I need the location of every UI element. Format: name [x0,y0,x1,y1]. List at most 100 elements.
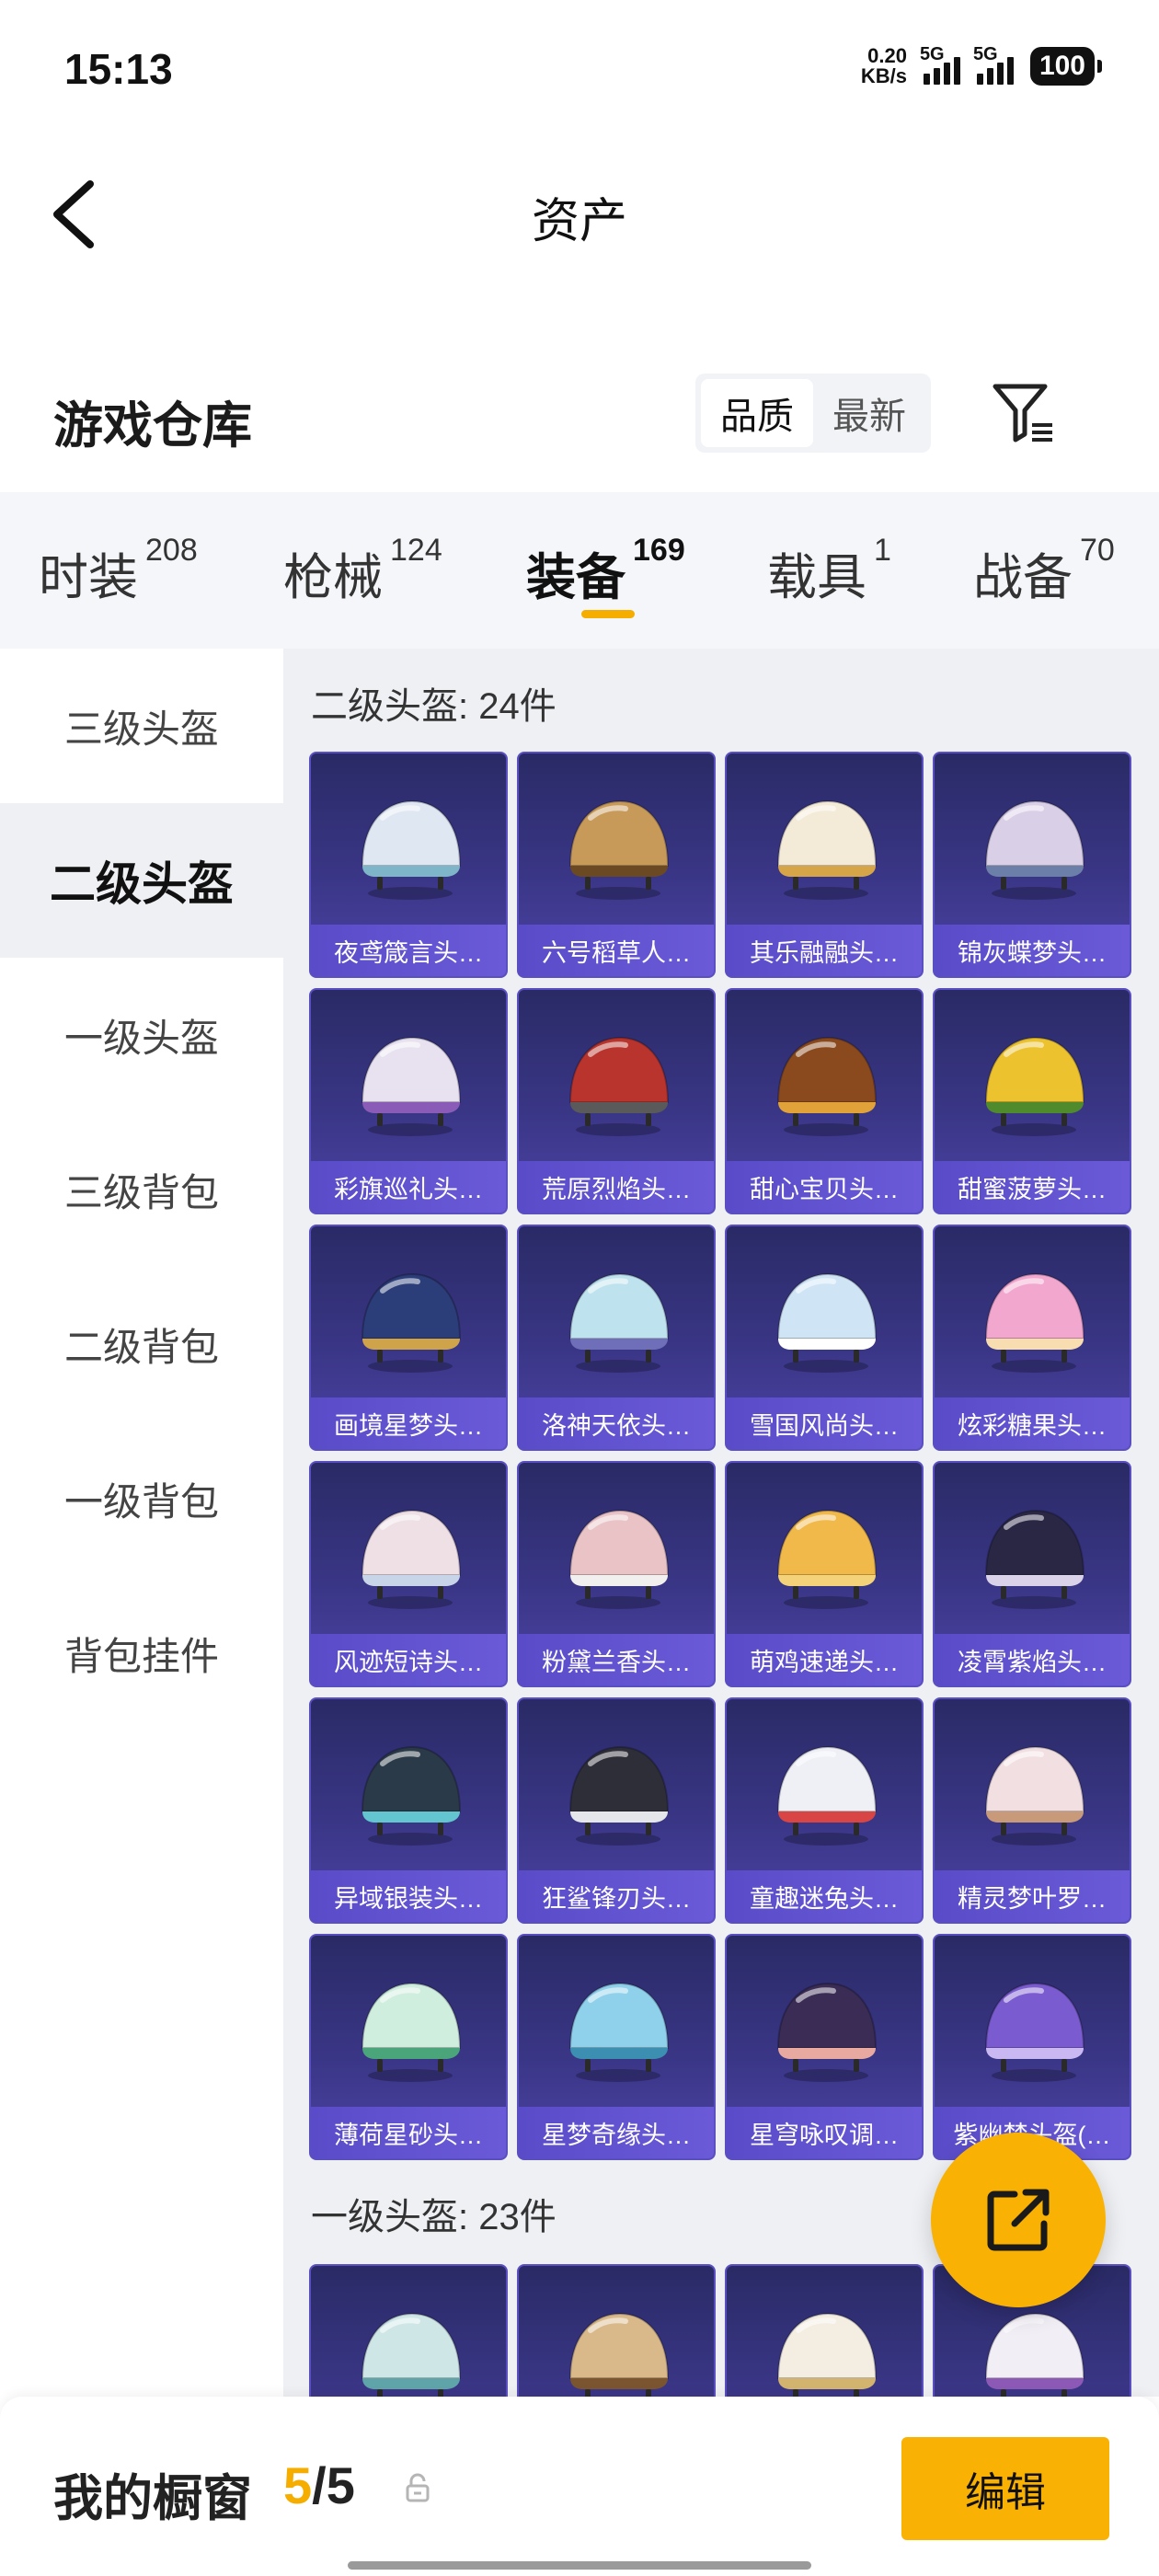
item-card[interactable]: 炫彩糖果头… [933,1225,1131,1451]
helmet-icon [984,1745,1085,1846]
item-name: 夜鸢箴言头… [334,938,483,967]
item-name-bar: 星梦奇缘头… [519,2107,714,2158]
item-name: 画境星梦头… [334,1411,483,1440]
helmet-icon [984,1272,1085,1373]
share-button[interactable] [931,2133,1106,2307]
item-card[interactable]: 薄荷星砂头… [309,1934,508,2160]
item-card[interactable]: 粉黛兰香头… [517,1461,716,1687]
item-card[interactable]: 童趣迷兔头… [725,1697,924,1924]
item-card[interactable]: 紫幽梦头盔(… [933,1934,1131,2160]
sidebar-item-level2-backpack[interactable]: 二级背包 [0,1267,283,1421]
item-name-bar: 精灵梦叶罗… [935,1870,1130,1922]
showcase-count-current: 5 [283,2456,313,2514]
item-card[interactable] [517,2264,716,2397]
item-name: 萌鸡速递头… [750,1648,899,1676]
item-name: 六号稻草人… [542,938,691,967]
showcase-count: 5/5 [283,2455,355,2515]
item-name-bar: 洛神天依头… [519,1397,714,1449]
item-card[interactable]: 凌霄紫焰头… [933,1461,1131,1687]
helmet-icon [984,1036,1085,1136]
section-title: 二级头盔: 24件 [311,686,557,727]
item-card[interactable]: 甜心宝贝头… [725,988,924,1214]
tab-count: 70 [1080,533,1115,568]
helmet-icon [568,1036,670,1136]
item-name-bar: 雪国风尚头… [727,1397,922,1449]
edit-button[interactable]: 编辑 [901,2437,1109,2540]
helmet-icon [568,799,670,900]
item-card[interactable]: 星梦奇缘头… [517,1934,716,2160]
item-card[interactable]: 甜蜜菠萝头… [933,988,1131,1214]
tab-label: 时装 [39,550,138,605]
item-name-bar: 画境星梦头… [311,1397,506,1449]
tab-count: 169 [633,533,685,568]
item-name: 星穹咏叹调… [750,2121,899,2149]
item-card[interactable]: 精灵梦叶罗… [933,1697,1131,1924]
tab-count: 124 [390,533,442,568]
item-name: 洛神天依头… [542,1411,691,1440]
sort-by-newest[interactable]: 最新 [813,379,925,447]
sort-by-quality[interactable]: 品质 [701,379,813,447]
item-name: 荒原烈焰头… [542,1175,691,1203]
item-card[interactable] [725,2264,924,2397]
item-card[interactable]: 六号稻草人… [517,752,716,978]
sidebar-item-level2-helmet[interactable]: 二级头盔 [0,803,283,958]
item-card[interactable]: 狂鲨锋刃头… [517,1697,716,1924]
network-speed-unit: KB/s [860,64,907,87]
item-card[interactable]: 星穹咏叹调… [725,1934,924,2160]
filter-button[interactable] [990,379,1058,447]
item-card[interactable] [309,2264,508,2397]
item-card[interactable]: 风迹短诗头… [309,1461,508,1687]
item-card[interactable]: 彩旗巡礼头… [309,988,508,1214]
section-title: 一级头盔: 23件 [311,2197,557,2237]
status-bar: 15:13 0.20 KB/s 5G 5G 100 [0,0,1159,138]
item-card[interactable]: 萌鸡速递头… [725,1461,924,1687]
lock-icon [406,2473,430,2502]
helmet-icon [568,1745,670,1846]
item-name: 雪国风尚头… [750,1411,899,1440]
sidebar: 三级头盔 二级头盔 一级头盔 三级背包 二级背包 一级背包 背包挂件 [0,649,283,2397]
helmet-icon [776,2312,878,2397]
tab-supplies[interactable]: 战备 70 [973,533,1115,609]
item-card[interactable]: 荒原烈焰头… [517,988,716,1214]
helmet-icon [776,1982,878,2082]
sidebar-item-level3-helmet[interactable]: 三级头盔 [0,649,283,803]
item-card[interactable]: 夜鸢箴言头… [309,752,508,978]
item-card[interactable]: 锦灰蝶梦头… [933,752,1131,978]
tab-count: 208 [145,533,198,568]
item-card[interactable]: 其乐融融头… [725,752,924,978]
tab-fashion[interactable]: 时装 208 [39,533,198,609]
tab-vehicles[interactable]: 载具 1 [767,533,891,609]
helmet-icon [568,1509,670,1609]
item-name: 粉黛兰香头… [542,1648,691,1676]
item-name: 狂鲨锋刃头… [542,1884,691,1913]
item-name-bar: 夜鸢箴言头… [311,925,506,976]
tab-weapons[interactable]: 枪械 124 [283,533,442,609]
item-card[interactable]: 洛神天依头… [517,1225,716,1451]
item-name-bar: 薄荷星砂头… [311,2107,506,2158]
tab-label: 枪械 [283,550,383,605]
helmet-icon [361,1509,462,1609]
item-name: 彩旗巡礼头… [334,1175,483,1203]
item-card[interactable]: 雪国风尚头… [725,1225,924,1451]
item-card[interactable]: 画境星梦头… [309,1225,508,1451]
sidebar-item-level1-helmet[interactable]: 一级头盔 [0,958,283,1112]
sim1-label: 5G [919,44,945,64]
sidebar-item-backpack-charm[interactable]: 背包挂件 [0,1576,283,1731]
item-name: 薄荷星砂头… [334,2121,483,2149]
sidebar-item-level3-backpack[interactable]: 三级背包 [0,1112,283,1267]
sidebar-item-level1-backpack[interactable]: 一级背包 [0,1421,283,1576]
home-indicator[interactable] [348,2561,811,2570]
status-time: 15:13 [64,45,173,93]
item-name-bar: 星穹咏叹调… [727,2107,922,2158]
item-card[interactable]: 异域银装头… [309,1697,508,1924]
helmet-icon [776,1272,878,1373]
item-name-bar: 萌鸡速递头… [727,1634,922,1685]
showcase-label: 我的橱窗 [53,2471,252,2526]
tab-label: 战备 [973,550,1073,605]
network-speed: 0.20 KB/s [861,46,907,86]
tab-label: 装备 [526,550,625,605]
item-name-bar: 六号稻草人… [519,925,714,976]
helmet-icon [568,2312,670,2397]
helmet-icon [361,1745,462,1846]
tab-equipment[interactable]: 装备 169 [526,533,685,609]
